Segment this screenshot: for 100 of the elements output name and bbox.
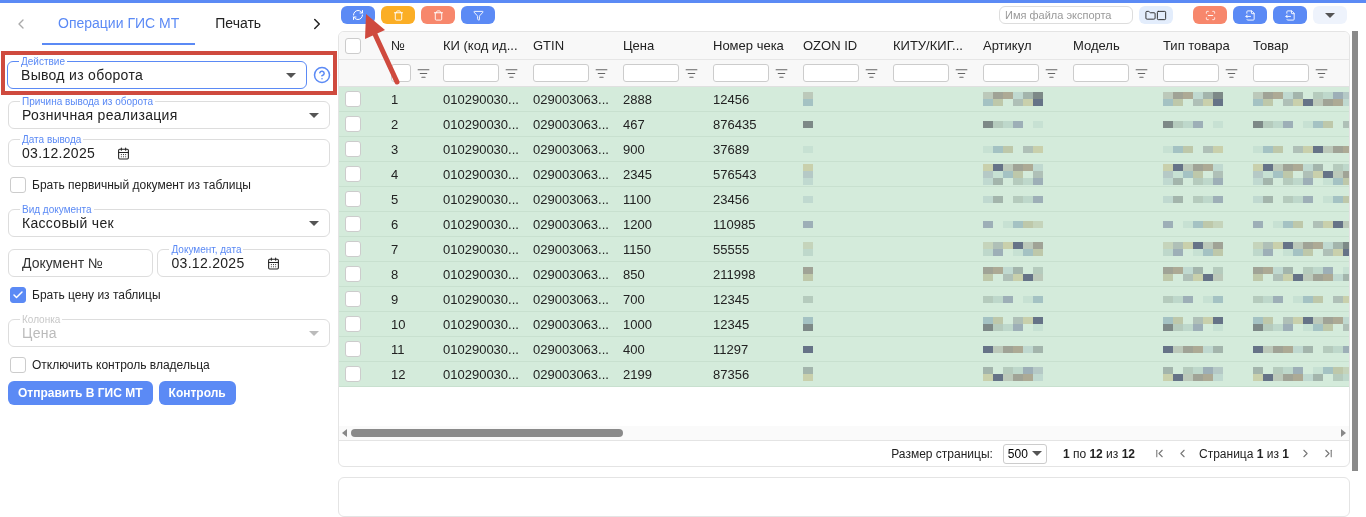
square-icon[interactable]	[1156, 9, 1167, 21]
column-filter-field[interactable]	[1073, 64, 1129, 82]
tab[interactable]: Печать	[199, 3, 278, 45]
scroll-left-icon[interactable]	[342, 429, 347, 437]
column-filter-field[interactable]	[533, 64, 589, 82]
filter-lines-icon[interactable]	[685, 66, 698, 80]
column-filter-field[interactable]	[443, 64, 499, 82]
column-header[interactable]: Тип товара	[1163, 38, 1230, 53]
checkbox[interactable]	[345, 341, 361, 357]
scrollbar-thumb[interactable]	[1352, 31, 1358, 471]
checkbox[interactable]	[10, 357, 26, 373]
filter-lines-icon[interactable]	[1315, 66, 1328, 80]
file-export-icon[interactable]	[1284, 9, 1296, 21]
table-cell: 010290030...	[443, 116, 519, 132]
checkbox[interactable]	[345, 316, 361, 332]
blurred-text-drawing	[1163, 195, 1223, 203]
filter-icon[interactable]	[472, 9, 484, 21]
filter-lines-icon[interactable]	[1225, 66, 1238, 80]
checkbox[interactable]	[345, 266, 361, 282]
checkbox[interactable]	[345, 91, 361, 107]
scan-icon[interactable]	[1204, 9, 1216, 21]
table-cell: 12345	[713, 291, 750, 307]
refresh-icon[interactable]	[352, 9, 364, 21]
field-label: Вид документа	[20, 204, 94, 215]
column-filter-field[interactable]	[893, 64, 949, 82]
column-filter-field[interactable]	[1253, 64, 1309, 82]
table-cell: 010290030...	[443, 291, 519, 307]
table-cell: 029003063...	[533, 316, 609, 332]
trash-button[interactable]	[421, 6, 455, 24]
column-filter-field[interactable]	[803, 64, 859, 82]
column-header[interactable]: GTIN	[533, 38, 565, 53]
field-label: Причина вывода из оборота	[20, 96, 155, 107]
checkbox[interactable]	[345, 166, 361, 182]
checkbox[interactable]	[345, 366, 361, 382]
last-page-icon[interactable]	[1322, 447, 1335, 460]
column-header[interactable]: Номер чека	[713, 38, 784, 53]
blurred-text-drawing	[983, 220, 1043, 228]
blurred-text-drawing	[983, 317, 1043, 331]
checkbox[interactable]	[345, 141, 361, 157]
help-icon[interactable]	[313, 66, 331, 84]
scan-button[interactable]	[1193, 6, 1227, 24]
first-page-icon[interactable]	[1153, 447, 1166, 460]
trash-icon[interactable]	[392, 9, 404, 21]
filter-lines-icon[interactable]	[1135, 66, 1148, 80]
column-header[interactable]: Цена	[623, 38, 655, 53]
blurred-text-drawing	[803, 163, 813, 185]
filter-lines-icon[interactable]	[955, 66, 968, 80]
scroll-right-icon[interactable]	[1341, 429, 1346, 437]
column-header[interactable]: КИ (код ид...	[443, 38, 518, 53]
scrollbar-thumb[interactable]	[351, 429, 623, 437]
file-export-icon[interactable]	[1244, 9, 1256, 21]
calendar-icon[interactable]	[266, 256, 280, 270]
export-button[interactable]	[1233, 6, 1267, 24]
trash-icon[interactable]	[432, 9, 444, 21]
refresh-button[interactable]	[341, 6, 375, 24]
export-button[interactable]	[1273, 6, 1307, 24]
filter-lines-icon[interactable]	[417, 66, 430, 80]
blurred-text-drawing	[1163, 163, 1223, 185]
page-size-select[interactable]: 500	[1002, 443, 1047, 464]
blurred-text-drawing	[1163, 317, 1223, 331]
column-header[interactable]: КИТУ/КИГ...	[893, 38, 963, 53]
checkbox[interactable]	[10, 177, 26, 193]
table-cell: 12	[391, 366, 406, 382]
table-cell: 029003063...	[533, 216, 609, 232]
export-filename-field[interactable]: Имя файла экспорта	[999, 6, 1133, 24]
page-size-label: Размер страницы:	[891, 446, 993, 461]
checkbox[interactable]	[345, 241, 361, 257]
column-header[interactable]: Товар	[1253, 38, 1289, 53]
checkbox[interactable]	[345, 116, 361, 132]
column-header[interactable]: Модель	[1073, 38, 1120, 53]
column-filter-field[interactable]	[983, 64, 1039, 82]
trash-button[interactable]	[381, 6, 415, 24]
column-header[interactable]: №	[391, 38, 405, 53]
layout-toggle-button[interactable]	[1139, 6, 1173, 24]
calendar-icon[interactable]	[117, 146, 131, 160]
column-header[interactable]: OZON ID	[803, 38, 858, 53]
filter-button[interactable]	[461, 6, 495, 24]
column-filter-field[interactable]	[713, 64, 769, 82]
checkbox[interactable]	[345, 216, 361, 232]
column-header[interactable]: Артикул	[983, 38, 1032, 53]
check-icon	[12, 289, 24, 301]
blurred-text-drawing	[983, 163, 1043, 185]
filter-lines-icon[interactable]	[865, 66, 878, 80]
blurred-text-drawing	[983, 145, 1043, 153]
blurred-text-drawing	[803, 345, 813, 353]
checkbox[interactable]	[345, 191, 361, 207]
filter-lines-icon[interactable]	[775, 66, 788, 80]
column-filter-field[interactable]	[1163, 64, 1219, 82]
folder-icon[interactable]	[1145, 9, 1156, 21]
checkbox[interactable]	[10, 287, 26, 303]
checkbox[interactable]	[345, 37, 361, 54]
filter-lines-icon[interactable]	[505, 66, 518, 80]
table-cell: 850	[623, 266, 645, 282]
checkbox[interactable]	[345, 291, 361, 307]
menu-button[interactable]	[1313, 6, 1347, 24]
filter-lines-icon[interactable]	[595, 66, 608, 80]
table-cell: 2888	[623, 91, 652, 107]
column-filter-field[interactable]	[623, 64, 679, 82]
filter-lines-icon[interactable]	[1045, 66, 1058, 80]
table-cell: 576543	[713, 166, 757, 182]
